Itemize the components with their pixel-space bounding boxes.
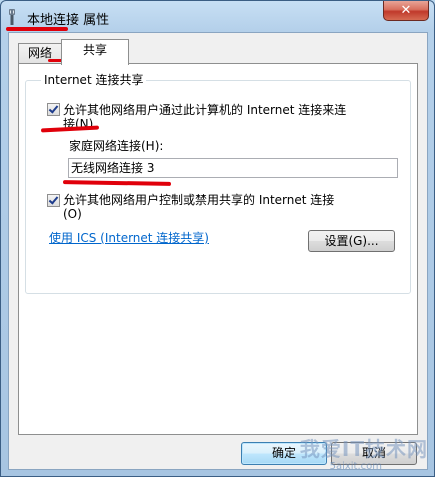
annotation-underline-title — [6, 27, 68, 31]
settings-button[interactable]: 设置(G)... — [308, 230, 395, 252]
allow-connect-checkbox[interactable] — [47, 103, 60, 116]
home-network-field[interactable]: 无线网络连接 3 — [68, 158, 398, 178]
allow-control-label[interactable]: 允许其他网络用户控制或禁用共享的 Internet 连接 — [63, 193, 334, 207]
ics-help-link[interactable]: 使用 ICS (Internet 连接共享) — [49, 231, 209, 245]
close-icon: ✕ — [400, 3, 412, 18]
watermark-url: 5aixit.com — [329, 461, 382, 472]
allow-control-checkbox[interactable] — [47, 194, 60, 207]
home-network-label: 家庭网络连接(H): — [69, 139, 164, 153]
ics-group-title: Internet 连接共享 — [41, 72, 147, 88]
allow-control-label-continued[interactable]: (O) — [63, 207, 82, 221]
properties-dialog: 本地连接 属性 ✕ 网络 共享 Internet 连接共享 允许其他网络用户通过… — [0, 0, 435, 477]
tab-sharing[interactable]: 共享 — [61, 39, 129, 65]
watermark-text: 我爱IT技术网 — [299, 437, 428, 461]
window-title: 本地连接 属性 — [27, 13, 110, 28]
allow-connect-label[interactable]: 允许其他网络用户通过此计算机的 Internet 连接来连 — [63, 103, 346, 117]
dialog-client-area: 网络 共享 Internet 连接共享 允许其他网络用户通过此计算机的 Inte… — [8, 32, 428, 470]
network-cable-icon — [9, 9, 15, 25]
close-button[interactable]: ✕ — [383, 1, 429, 21]
